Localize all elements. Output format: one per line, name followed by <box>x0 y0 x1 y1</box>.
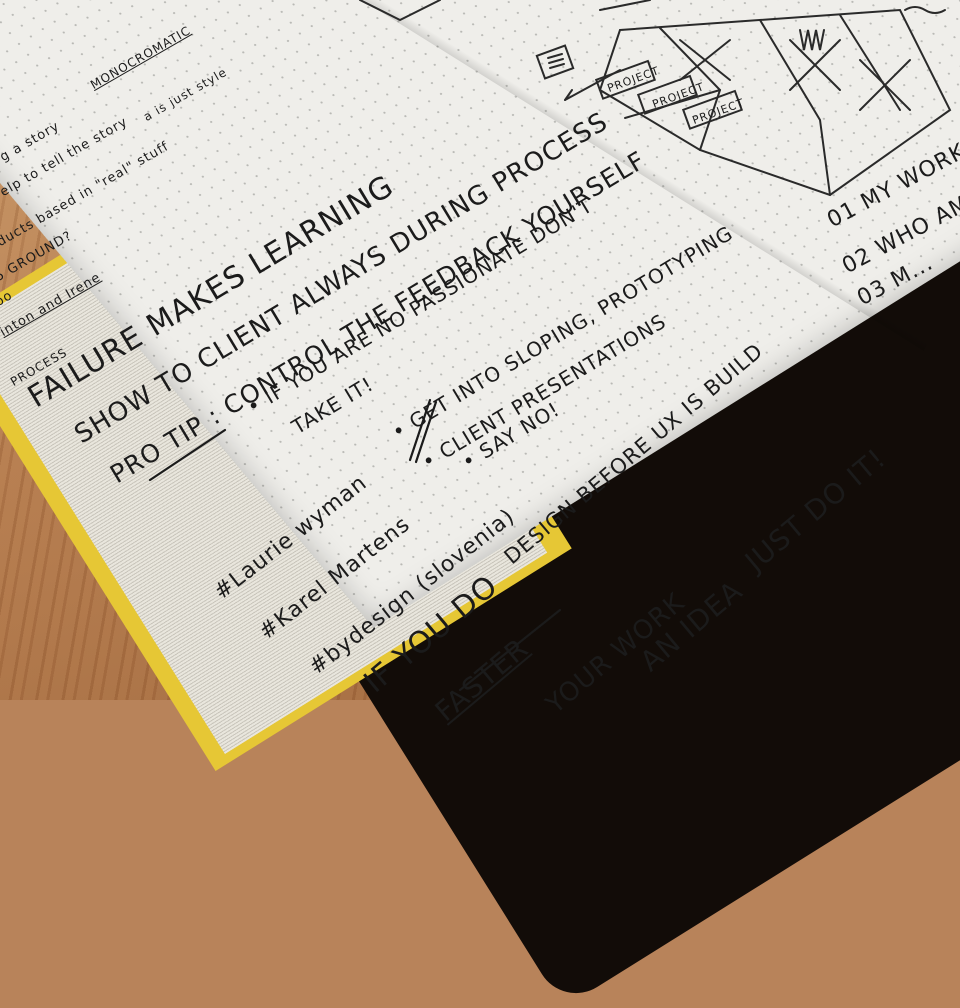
pen-marks <box>148 398 562 692</box>
photo-scene: PROJECT PROJECT PROJECT 01 MY WORK 02 WH… <box>0 0 960 1008</box>
faster-underline <box>458 608 562 692</box>
pro-tip-underline <box>148 428 227 482</box>
